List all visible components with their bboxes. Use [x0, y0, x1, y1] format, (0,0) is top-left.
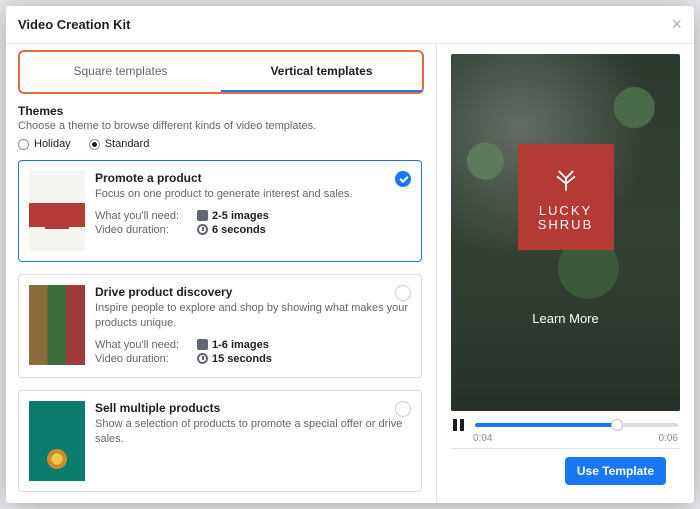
preview-footer: Use Template [451, 448, 680, 493]
close-icon[interactable]: × [671, 14, 682, 35]
pause-button[interactable] [453, 419, 467, 431]
theme-radio-standard[interactable]: Standard [89, 138, 150, 150]
template-thumbnail [29, 401, 85, 481]
need-label: What you'll need: [95, 210, 191, 222]
template-card-body: Promote a product Focus on one product t… [95, 171, 411, 251]
need-label: What you'll need: [95, 339, 191, 351]
theme-radio-label: Holiday [34, 138, 71, 150]
selected-check-icon [395, 171, 411, 187]
template-tabs: Square templates Vertical templates [20, 52, 422, 92]
template-description: Show a selection of products to promote … [95, 417, 411, 447]
template-card-sell[interactable]: Sell multiple products Show a selection … [18, 390, 422, 492]
scrubber-knob[interactable] [611, 419, 623, 431]
theme-radio-label: Standard [105, 138, 150, 150]
video-preview[interactable]: LUCKY SHRUB Learn More [451, 54, 680, 411]
template-card-discovery[interactable]: Drive product discovery Inspire people t… [18, 274, 422, 378]
themes-description: Choose a theme to browse different kinds… [18, 120, 424, 132]
modal-title: Video Creation Kit [18, 17, 130, 32]
template-thumbnail [29, 285, 85, 365]
theme-radio-group: Holiday Standard [18, 138, 424, 150]
select-indicator [395, 285, 411, 301]
left-panel: Square templates Vertical templates Them… [6, 44, 436, 503]
template-title: Sell multiple products [95, 401, 411, 415]
template-duration-row: Video duration: 15 seconds [95, 353, 411, 365]
brand-text: LUCKY SHRUB [538, 204, 594, 233]
clock-icon [197, 224, 208, 235]
tab-vertical-templates[interactable]: Vertical templates [221, 52, 422, 92]
select-indicator [395, 401, 411, 417]
video-time-display: 0:04 0:06 [451, 433, 680, 448]
duration-value: 15 seconds [212, 353, 272, 365]
template-need-row: What you'll need: 2-5 images [95, 210, 411, 222]
theme-radio-holiday[interactable]: Holiday [18, 138, 71, 150]
modal-header: Video Creation Kit × [6, 6, 694, 44]
need-value: 2-5 images [212, 210, 269, 222]
video-scrubber[interactable] [475, 423, 678, 427]
template-card-body: Drive product discovery Inspire people t… [95, 285, 411, 367]
need-value: 1-6 images [212, 339, 269, 351]
brand-line-2: SHRUB [538, 218, 594, 232]
images-icon [197, 339, 208, 350]
template-description: Focus on one product to generate interes… [95, 187, 411, 202]
preview-panel: LUCKY SHRUB Learn More 0:04 0:06 Use Tem… [436, 44, 694, 503]
radio-icon [89, 139, 100, 150]
video-player-controls [451, 411, 680, 433]
radio-icon [18, 139, 29, 150]
template-card-body: Sell multiple products Show a selection … [95, 401, 411, 481]
themes-heading: Themes [18, 104, 424, 118]
duration-label: Video duration: [95, 353, 191, 365]
duration-label: Video duration: [95, 224, 191, 236]
current-time: 0:04 [473, 433, 492, 444]
template-card-promote[interactable]: Promote a product Focus on one product t… [18, 160, 422, 262]
images-icon [197, 210, 208, 221]
use-template-button[interactable]: Use Template [565, 457, 666, 485]
template-title: Drive product discovery [95, 285, 411, 299]
clock-icon [197, 353, 208, 364]
video-creation-kit-modal: Video Creation Kit × Square templates Ve… [6, 6, 694, 503]
progress-fill [475, 423, 617, 427]
tabs-highlight: Square templates Vertical templates [18, 50, 424, 94]
template-description: Inspire people to explore and shop by sh… [95, 301, 411, 331]
template-title: Promote a product [95, 171, 411, 185]
modal-body: Square templates Vertical templates Them… [6, 44, 694, 503]
template-need-row: What you'll need: 1-6 images [95, 339, 411, 351]
duration-value: 6 seconds [212, 224, 266, 236]
tab-square-templates[interactable]: Square templates [20, 52, 221, 92]
total-time: 0:06 [659, 433, 678, 444]
template-card-list[interactable]: Promote a product Focus on one product t… [18, 160, 424, 503]
preview-cta: Learn More [451, 311, 680, 326]
template-thumbnail [29, 171, 85, 251]
template-duration-row: Video duration: 6 seconds [95, 224, 411, 236]
brand-line-1: LUCKY [538, 204, 594, 218]
plant-icon [548, 162, 584, 198]
preview-brand-logo: LUCKY SHRUB [518, 144, 614, 250]
